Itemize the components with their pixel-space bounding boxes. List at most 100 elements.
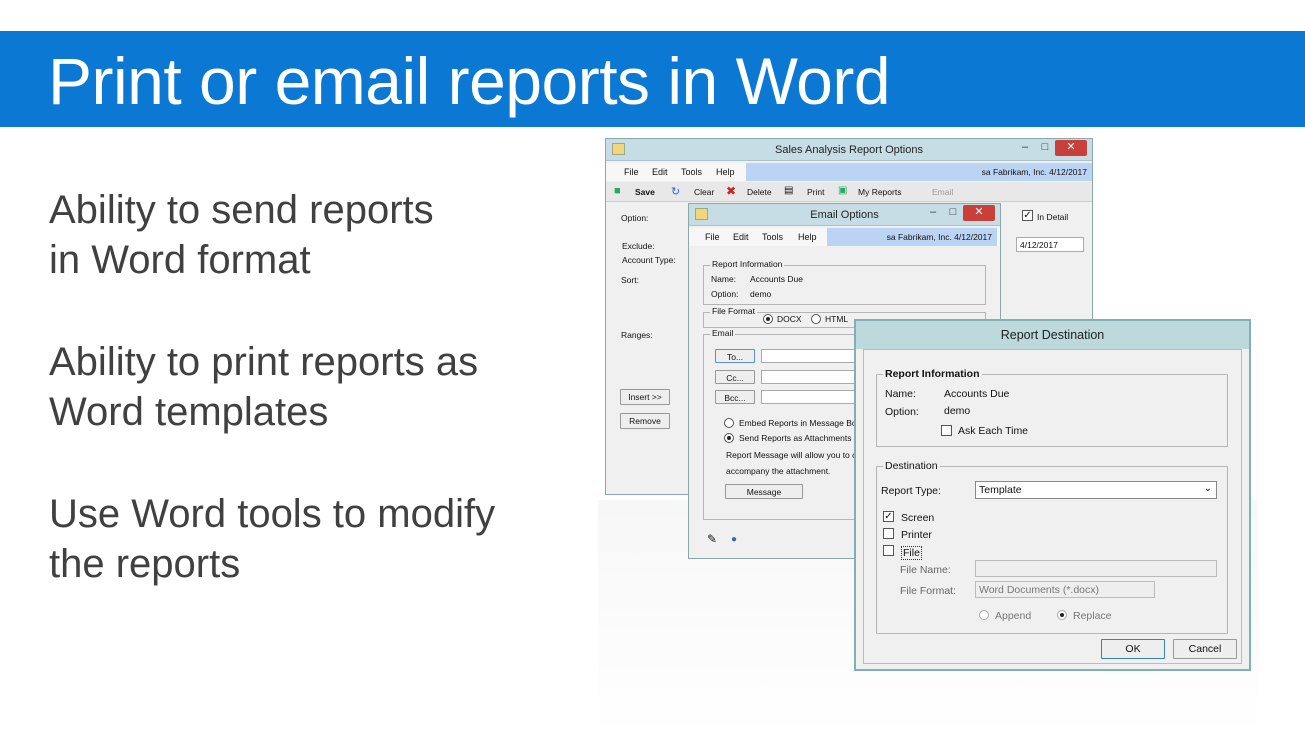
- help-icon[interactable]: ●: [731, 534, 737, 545]
- bullet-1: Ability to send reports in Word format: [49, 188, 434, 282]
- toolbar: ■ Save ↻ Clear ✖ Delete ▤ Print ▣ My Rep…: [606, 182, 1092, 202]
- printer-label: Printer: [901, 529, 932, 541]
- maximize-button[interactable]: □: [946, 205, 960, 221]
- file-format-label: File Format:: [900, 585, 957, 597]
- user-info: sa Fabrikam, Inc. 4/12/2017: [827, 228, 997, 246]
- append-label: Append: [995, 610, 1032, 622]
- menu-help[interactable]: Help: [798, 232, 817, 242]
- ask-each-time-label: Ask Each Time: [958, 425, 1029, 437]
- menu-tools[interactable]: Tools: [762, 232, 783, 242]
- name-label: Name:: [711, 274, 737, 284]
- to-button[interactable]: To...: [715, 349, 755, 363]
- email-button[interactable]: Email: [932, 187, 953, 197]
- embed-label: Embed Reports in Message Bod: [739, 418, 862, 428]
- print-icon: ▤: [784, 185, 794, 196]
- in-detail-checkbox[interactable]: ✓: [1022, 210, 1033, 221]
- group-title: Report Information: [883, 368, 982, 380]
- append-radio[interactable]: [979, 610, 989, 620]
- bullet-2: Ability to print reports as Word templat…: [49, 340, 479, 434]
- bullet-3: Use Word tools to modify the reports: [49, 492, 496, 586]
- insert-button[interactable]: Insert >>: [620, 389, 670, 405]
- group-title: File Format: [710, 306, 757, 316]
- message-text-2: accompany the attachment.: [726, 466, 831, 476]
- my-reports-icon: ▣: [838, 185, 848, 196]
- window-title: Report Destination: [1000, 328, 1105, 342]
- pencil-icon[interactable]: ✎: [707, 532, 717, 546]
- message-text-1: Report Message will allow you to cr: [726, 450, 860, 460]
- menu-edit[interactable]: Edit: [652, 167, 668, 177]
- date-field[interactable]: 4/12/2017: [1016, 237, 1084, 252]
- ranges-label: Ranges:: [621, 330, 653, 340]
- in-detail-label: In Detail: [1037, 212, 1069, 222]
- group-title: Destination: [883, 460, 940, 472]
- ok-button[interactable]: OK: [1101, 639, 1165, 659]
- replace-label: Replace: [1073, 610, 1112, 622]
- menu-edit[interactable]: Edit: [733, 232, 749, 242]
- printer-checkbox[interactable]: [883, 528, 894, 539]
- name-value: Accounts Due: [750, 274, 803, 284]
- file-name-label: File Name:: [900, 564, 951, 576]
- delete-button[interactable]: Delete: [747, 187, 772, 197]
- bullet-list: Ability to send reports in Word format A…: [49, 185, 569, 641]
- replace-radio[interactable]: [1057, 610, 1067, 620]
- remove-button[interactable]: Remove: [620, 413, 670, 429]
- close-button[interactable]: ✕: [963, 205, 995, 221]
- option-label: Option:: [621, 213, 649, 223]
- bcc-button[interactable]: Bcc...: [715, 390, 755, 404]
- print-button[interactable]: Print: [807, 187, 824, 197]
- file-checkbox[interactable]: [883, 545, 894, 556]
- title-bar: Email Options – □ ✕: [689, 204, 1000, 226]
- chevron-down-icon: ⌄: [1203, 483, 1212, 494]
- report-type-label: Report Type:: [881, 485, 941, 497]
- report-information-group: Report Information: [876, 368, 1228, 447]
- file-format-select[interactable]: Word Documents (*.docx): [975, 581, 1155, 598]
- menu-file[interactable]: File: [624, 167, 639, 177]
- group-title: Report Information: [710, 259, 785, 269]
- user-info: sa Fabrikam, Inc. 4/12/2017: [746, 163, 1092, 181]
- cc-button[interactable]: Cc...: [715, 370, 755, 384]
- option-value: demo: [944, 405, 971, 417]
- save-button[interactable]: Save: [635, 187, 655, 197]
- option-label: Option:: [711, 289, 739, 299]
- attach-radio[interactable]: [724, 433, 734, 443]
- menu-file[interactable]: File: [705, 232, 720, 242]
- close-button[interactable]: ✕: [1055, 140, 1087, 156]
- option-label: Option:: [885, 406, 919, 418]
- delete-icon: ✖: [726, 184, 737, 198]
- cancel-button[interactable]: Cancel: [1173, 639, 1237, 659]
- my-reports-button[interactable]: My Reports: [858, 187, 901, 197]
- minimize-button[interactable]: –: [926, 205, 940, 221]
- option-value: demo: [750, 289, 772, 299]
- maximize-button[interactable]: □: [1038, 140, 1052, 156]
- ask-each-time-checkbox[interactable]: [941, 425, 952, 436]
- file-label: File: [901, 546, 922, 560]
- clear-button[interactable]: Clear: [694, 187, 714, 197]
- menu-bar: File Edit Tools Help sa Fabrikam, Inc. 4…: [606, 163, 1092, 181]
- sort-label: Sort:: [621, 275, 639, 285]
- exclude-label: Exclude:: [622, 241, 655, 251]
- clear-icon: ↻: [671, 186, 681, 198]
- html-radio[interactable]: [811, 314, 821, 324]
- embed-radio[interactable]: [724, 418, 734, 428]
- name-value: Accounts Due: [944, 388, 1010, 400]
- report-destination-window: Report Destination Report Information Na…: [854, 319, 1251, 671]
- title-bar: Report Destination: [856, 321, 1249, 349]
- screen-label: Screen: [901, 512, 935, 524]
- group-title: Email: [710, 328, 736, 338]
- html-label: HTML: [825, 314, 849, 324]
- attach-label: Send Reports as Attachments: [739, 433, 852, 443]
- name-label: Name:: [885, 388, 916, 400]
- message-button[interactable]: Message: [725, 484, 803, 499]
- title-banner: Print or email reports in Word: [0, 31, 1305, 127]
- report-information-group: Report Information: [703, 259, 986, 305]
- menu-tools[interactable]: Tools: [681, 167, 702, 177]
- save-icon: ■: [614, 185, 621, 197]
- report-type-select[interactable]: Template ⌄: [975, 481, 1217, 499]
- title-bar: Sales Analysis Report Options – □ ✕: [606, 139, 1092, 161]
- menu-bar: File Edit Tools Help sa Fabrikam, Inc. 4…: [689, 228, 1000, 246]
- minimize-button[interactable]: –: [1018, 140, 1032, 156]
- docx-radio[interactable]: [763, 314, 773, 324]
- screen-checkbox[interactable]: ✓: [883, 511, 894, 522]
- menu-help[interactable]: Help: [716, 167, 735, 177]
- file-name-field[interactable]: [975, 560, 1217, 577]
